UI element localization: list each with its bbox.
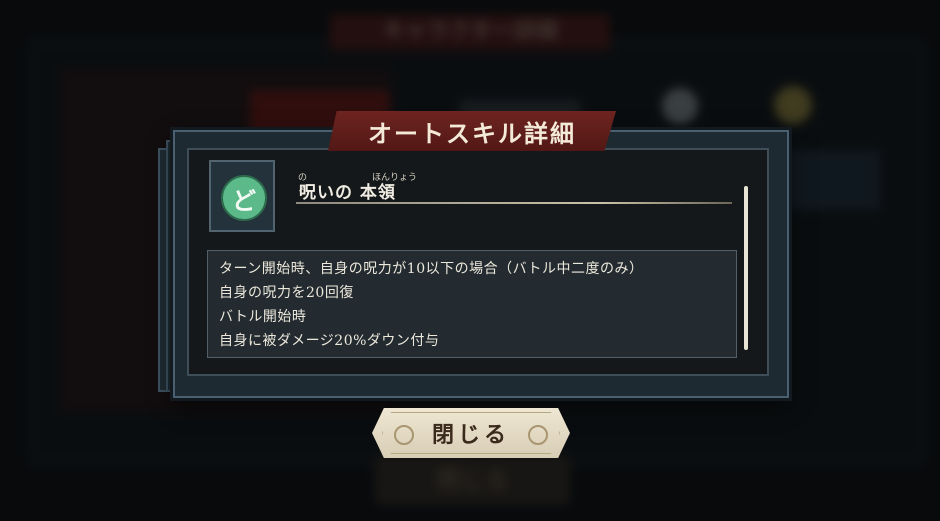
ornament-icon [394, 425, 414, 445]
ornament-icon [528, 425, 548, 445]
dialog-title-banner: オートスキル詳細 [328, 111, 616, 151]
skill-description-box: ターン開始時、自身の呪力が10以下の場合（バトル中二度のみ） 自身の呪力を20回… [207, 250, 737, 358]
curse-skill-icon: ど [221, 175, 267, 221]
dialog-scrollbar[interactable] [744, 186, 748, 350]
description-line: 自身の呪力を20回復 [219, 285, 354, 301]
skill-name-underline [296, 202, 732, 204]
description-line: 自身に被ダメージ20%ダウン付与 [219, 333, 440, 349]
dialog-title: オートスキル詳細 [368, 118, 576, 148]
close-button[interactable]: 閉じる [372, 408, 570, 458]
skill-icon-frame: ど [209, 160, 275, 232]
description-line: ターン開始時、自身の呪力が10以下の場合（バトル中二度のみ） [219, 261, 644, 277]
close-button-label: 閉じる [431, 422, 510, 448]
description-line: バトル開始時 [219, 309, 307, 325]
skill-name: 呪いの 本領 [299, 183, 396, 203]
